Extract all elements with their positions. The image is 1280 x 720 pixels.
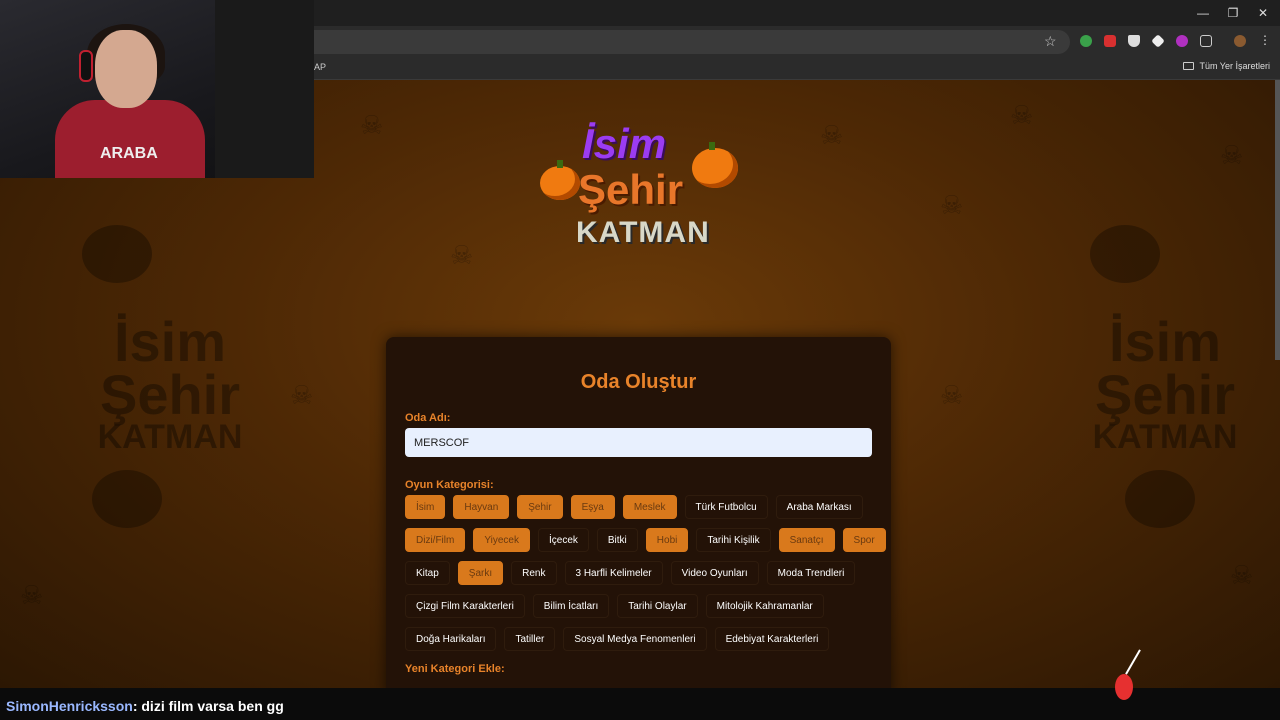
ghost-icon: ☠ [1010,100,1034,130]
category-chip[interactable]: İçecek [537,528,589,552]
category-chip[interactable]: Şarkı [457,561,504,585]
shield-icon[interactable] [1128,35,1140,47]
ghost-icon: ☠ [1230,560,1254,590]
category-chip[interactable]: Doğa Harikaları [405,627,497,651]
webcam-overlay: ARABA [0,0,314,178]
category-chip[interactable]: Bilim İcatları [532,594,610,618]
background-logo: İsim Şehir KATMAN [97,310,243,457]
category-chip[interactable]: Yiyecek [473,528,530,552]
extension-icon[interactable] [1104,35,1116,47]
pumpkin-icon [692,142,738,188]
all-bookmarks-label: Tüm Yer İşaretleri [1199,61,1270,71]
category-label: Oyun Kategorisi: [405,479,494,491]
headset-icon [79,50,93,82]
category-chip[interactable]: Kitap [405,561,450,585]
category-chip[interactable]: Çizgi Film Karakterleri [405,594,525,618]
category-chip[interactable]: Hayvan [453,495,510,519]
hoodie [55,100,205,178]
ghost-icon: ☠ [450,240,474,270]
face [95,30,157,108]
category-chip[interactable]: 3 Harfli Kelimeler [564,561,663,585]
logo-line-sehir: Şehir [578,166,684,213]
category-chip[interactable]: Meslek [622,495,677,519]
background-logo: İsim Şehir KATMAN [1092,310,1238,457]
hoodie-text: ARABA [100,145,158,162]
puzzle-icon[interactable] [1200,35,1212,47]
category-row: Dizi/Film Yiyecek İçecek Bitki Hobi Tarihi Ki… [405,528,886,552]
room-name-input[interactable] [405,428,872,457]
ghost-icon: ☠ [1220,140,1244,170]
page-scrollbar[interactable] [1275,80,1280,360]
chat-text: : dizi film varsa ben gg [132,698,284,714]
category-chip[interactable]: Eşya [570,495,615,519]
ghost-icon: ☠ [20,580,44,610]
category-chip[interactable]: Bitki [596,528,638,552]
new-category-label: Yeni Kategori Ekle: [405,663,505,675]
category-chip[interactable]: Sanatçı [778,528,835,552]
background-pumpkin [1125,470,1195,528]
category-chip[interactable]: Şehir [517,495,563,519]
category-chip[interactable]: Tatiller [504,627,556,651]
category-chip[interactable]: Spor [842,528,886,552]
minimize-button[interactable]: — [1188,4,1218,22]
page-title: Oda Oluştur [580,371,697,393]
profile-avatar[interactable] [1234,35,1246,47]
category-chip[interactable]: Tarihi Kişilik [696,528,771,552]
folder-icon [1183,62,1195,70]
background-pumpkin [1090,225,1160,283]
category-chip[interactable]: Moda Trendleri [766,561,856,585]
category-chip[interactable]: Mitolojik Kahramanlar [705,594,824,618]
balloon-icon [1115,674,1133,700]
logo-line-isim: İsim [582,120,667,167]
close-window-button[interactable]: ✕ [1248,4,1278,22]
bookmark-star-icon[interactable]: ☆ [1044,33,1057,50]
room-name-label: Oda Adı: [405,412,451,424]
category-chip[interactable]: Video Oyunları [670,561,759,585]
category-row: İsim Hayvan Şehir Eşya Meslek Türk Futbolcu Ar… [405,495,875,519]
chat-message: SimonHenricksson: dizi film varsa ben gg [6,698,284,714]
pumpkin-icon [540,160,580,200]
streamer: ARABA [55,24,205,178]
ghost-icon: ☠ [820,120,844,150]
extension-icon[interactable] [1080,35,1092,47]
category-chip[interactable]: Edebiyat Karakterleri [714,627,830,651]
restore-button[interactable]: ❐ [1218,4,1248,22]
category-chip[interactable]: Hobi [645,528,689,552]
all-bookmarks[interactable]: Tüm Yer İşaretleri [1183,61,1270,71]
category-chip[interactable]: Renk [511,561,557,585]
category-row: Çizgi Film Karakterleri Bilim İcatları Tar… [405,594,875,618]
stream-chat-bar: SimonHenricksson: dizi film varsa ben gg [0,688,1280,720]
ghost-icon: ☠ [360,110,384,140]
game-logo: İsim Şehir KATMAN [530,118,745,268]
category-chip[interactable]: İsim [405,495,446,519]
webcam-shelf [215,0,314,178]
menu-dots-icon[interactable]: ⋮ [1259,33,1271,47]
background-pumpkin [82,225,152,283]
category-row: Kitap Şarkı Renk 3 Harfli Kelimeler Video Oy… [405,561,875,585]
category-row: Doğa Harikaları Tatiller Sosyal Medya Feno… [405,627,875,651]
bookmark-item[interactable]: AP [314,62,326,72]
category-list: İsim Hayvan Şehir Eşya Meslek Türk Futbolcu Ar… [405,495,886,660]
category-chip[interactable]: Türk Futbolcu [684,495,768,519]
ghost-icon: ☠ [290,380,314,410]
create-room-card: Oda Oluştur Oda Adı: Oyun Kategorisi: İs… [386,337,891,697]
logo-line-katman: KATMAN [576,216,710,249]
address-bar[interactable] [300,30,1070,54]
ghost-icon: ☠ [940,190,964,220]
category-chip[interactable]: Dizi/Film [405,528,466,552]
category-chip[interactable]: Sosyal Medya Fenomenleri [563,627,707,651]
ghost-icon: ☠ [940,380,964,410]
background-pumpkin [92,470,162,528]
chat-username: SimonHenricksson [6,698,133,714]
category-chip[interactable]: Tarihi Olaylar [617,594,698,618]
extension-icon[interactable] [1176,35,1188,47]
category-chip[interactable]: Araba Markası [775,495,863,519]
